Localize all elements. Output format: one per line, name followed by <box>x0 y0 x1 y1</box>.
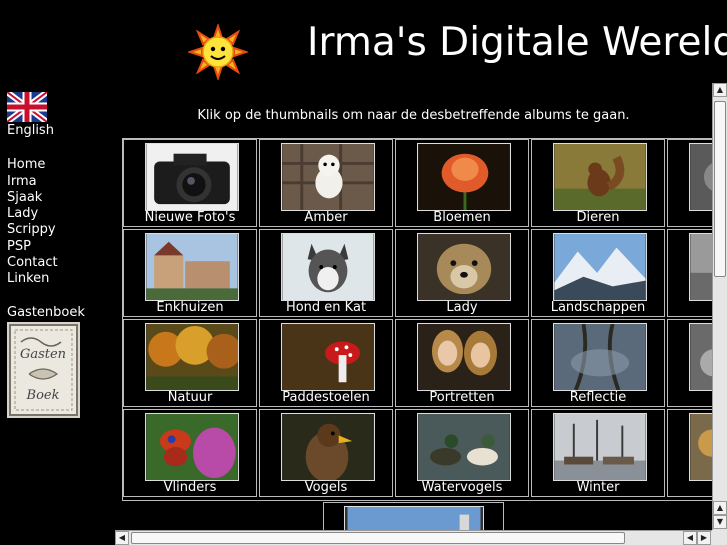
scroll-left-arrow-icon[interactable]: ◀ <box>683 531 697 545</box>
album-landschappen[interactable]: Landschappen <box>531 229 665 317</box>
album-enkhuizen[interactable]: Enkhuizen <box>123 229 257 317</box>
svg-text:Boek: Boek <box>26 388 60 403</box>
album-reflectie[interactable]: Reflectie <box>531 319 665 407</box>
scroll-right-arrow-icon[interactable]: ▶ <box>697 531 711 545</box>
album-thumbnail[interactable] <box>689 143 712 211</box>
nav-linken[interactable]: Linken <box>7 271 107 287</box>
album-natuur[interactable]: Natuur <box>123 319 257 407</box>
vertical-scrollbar[interactable]: ▲ ▲ ▼ <box>712 83 727 530</box>
album-hond-en-kat[interactable]: Hond en Kat <box>259 229 393 317</box>
album-vlinders[interactable]: Vlinders <box>123 409 257 497</box>
horizontal-scrollbar[interactable]: ◀ ◀ ▶ <box>115 530 712 545</box>
nav-lady[interactable]: Lady <box>7 206 107 222</box>
scroll-up-arrow-icon[interactable]: ▲ <box>713 83 727 97</box>
album-label: Amber <box>304 210 348 225</box>
album-thumbnail[interactable] <box>145 413 239 481</box>
album-thumbnail[interactable] <box>417 233 511 301</box>
album-di[interactable]: Di <box>667 139 712 227</box>
nav-contact[interactable]: Contact <box>7 255 107 271</box>
album-thumbnail[interactable] <box>689 233 712 301</box>
album-extra[interactable] <box>323 502 504 530</box>
album-grid: Nieuwe Foto's Amber Bloemen Dieren Enkhu… <box>122 138 712 501</box>
nav-home[interactable]: Home <box>7 157 107 173</box>
intro-text: Klik op de thumbnails om naar de desbetr… <box>197 108 630 123</box>
album-thumbnail[interactable] <box>553 233 647 301</box>
album-thumbnail[interactable] <box>553 323 647 391</box>
album-label: Di <box>668 210 712 225</box>
album-portretten[interactable]: Portretten <box>395 319 529 407</box>
svg-text:Gasten: Gasten <box>20 347 66 362</box>
album-label: Paddestoelen <box>282 390 370 405</box>
sidebar: English Home Irma Sjaak Lady Scrippy PSP… <box>7 92 107 418</box>
album-thumbnail[interactable] <box>689 323 712 391</box>
site-title: Irma's Digitale Wereld <box>307 20 727 65</box>
horizontal-scroll-thumb[interactable] <box>131 532 625 544</box>
album-thumbnail[interactable] <box>145 143 239 211</box>
album-thumbnail[interactable] <box>344 506 484 530</box>
main-nav: Home Irma Sjaak Lady Scrippy PSP Contact… <box>7 157 107 287</box>
album-nieuwe-fotos[interactable]: Nieuwe Foto's <box>123 139 257 227</box>
album-vogels[interactable]: Vogels <box>259 409 393 497</box>
album-label: S <box>668 390 712 405</box>
album-label: V <box>668 480 712 495</box>
language-link-english[interactable]: English <box>7 123 107 139</box>
nav-sjaak[interactable]: Sjaak <box>7 190 107 206</box>
album-bloemen[interactable]: Bloemen <box>395 139 529 227</box>
album-thumbnail[interactable] <box>281 233 375 301</box>
sun-icon <box>188 24 248 80</box>
album-s[interactable]: S <box>667 319 712 407</box>
album-thumbnail[interactable] <box>417 143 511 211</box>
album-v[interactable]: V <box>667 409 712 497</box>
nav-gastenboek[interactable]: Gastenboek <box>7 305 107 321</box>
album-partial[interactable] <box>667 229 712 317</box>
album-label: Watervogels <box>421 480 503 495</box>
guestbook-book-image[interactable]: Gasten Boek <box>7 321 80 418</box>
album-label: Nieuwe Foto's <box>144 210 236 225</box>
scroll-down-arrow-icon[interactable]: ▼ <box>713 515 727 529</box>
album-amber[interactable]: Amber <box>259 139 393 227</box>
album-label: Enkhuizen <box>156 300 224 315</box>
album-label: Reflectie <box>569 390 627 405</box>
album-label: Hond en Kat <box>285 300 367 315</box>
scroll-left-arrow-icon[interactable]: ◀ <box>115 531 129 545</box>
album-thumbnail[interactable] <box>281 323 375 391</box>
album-thumbnail[interactable] <box>417 323 511 391</box>
album-thumbnail[interactable] <box>145 233 239 301</box>
album-label: Portretten <box>429 390 495 405</box>
album-label: Lady <box>446 300 478 315</box>
album-thumbnail[interactable] <box>145 323 239 391</box>
album-label: Natuur <box>167 390 213 405</box>
nav-irma[interactable]: Irma <box>7 174 107 190</box>
scrollbar-corner <box>712 530 727 545</box>
album-thumbnail[interactable] <box>553 143 647 211</box>
album-label: Bloemen <box>433 210 491 225</box>
scroll-up-arrow-icon[interactable]: ▲ <box>713 501 727 515</box>
uk-flag-icon[interactable] <box>7 92 47 122</box>
album-thumbnail[interactable] <box>417 413 511 481</box>
album-thumbnail[interactable] <box>553 413 647 481</box>
album-thumbnail[interactable] <box>689 413 712 481</box>
album-thumbnail[interactable] <box>281 413 375 481</box>
nav-psp[interactable]: PSP <box>7 239 107 255</box>
album-label: Vogels <box>304 480 348 495</box>
album-watervogels[interactable]: Watervogels <box>395 409 529 497</box>
album-winter[interactable]: Winter <box>531 409 665 497</box>
album-label: Landschappen <box>550 300 646 315</box>
album-paddestoelen[interactable]: Paddestoelen <box>259 319 393 407</box>
nav-scrippy[interactable]: Scrippy <box>7 222 107 238</box>
vertical-scroll-thumb[interactable] <box>714 101 726 277</box>
album-frame: Klik op de thumbnails om naar de desbetr… <box>115 83 712 530</box>
album-label: Winter <box>576 480 620 495</box>
album-dieren[interactable]: Dieren <box>531 139 665 227</box>
album-label: Vlinders <box>163 480 217 495</box>
album-lady[interactable]: Lady <box>395 229 529 317</box>
album-thumbnail[interactable] <box>281 143 375 211</box>
album-label: Dieren <box>576 210 620 225</box>
